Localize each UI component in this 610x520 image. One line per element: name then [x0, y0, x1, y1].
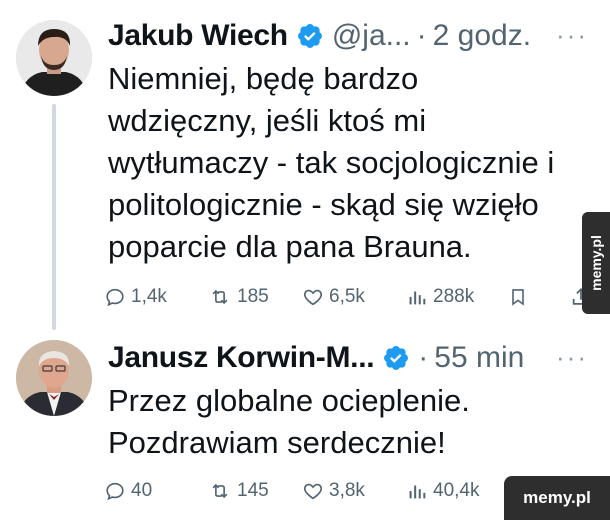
- views-chart-icon: [409, 485, 426, 499]
- more-options-icon[interactable]: ···: [556, 20, 588, 51]
- like-count: 6,5k: [329, 286, 365, 307]
- author-name[interactable]: Jakub Wiech: [108, 19, 288, 53]
- like-button[interactable]: 3,8k: [302, 480, 365, 502]
- author-name[interactable]: Janusz Korwin-M...: [108, 341, 375, 375]
- avatar[interactable]: [16, 340, 92, 416]
- memy-watermark-corner: memy.pl: [504, 476, 610, 520]
- tweet-text-line: wdzięczny, jeśli ktoś mi: [108, 103, 427, 138]
- more-options-icon[interactable]: ···: [556, 342, 588, 373]
- reply-button[interactable]: 1,4k: [104, 286, 167, 308]
- tweet-text: Niemniej, będę bardzo wdzięczny, jeśli k…: [108, 58, 578, 268]
- watermark-text: memy.pl: [523, 488, 591, 507]
- reply-button[interactable]: 40: [104, 480, 152, 502]
- tweet-header: Janusz Korwin-M... · 55 min: [108, 338, 524, 378]
- tweet-actions: 1,4k 185 6,5k 288k: [104, 280, 594, 314]
- heart-icon: [303, 289, 323, 306]
- tweet-jakub-wiech[interactable]: Jakub Wiech @ja... · 2 godz. ··· Niemnie…: [0, 0, 610, 330]
- tweet-timestamp[interactable]: 2 godz.: [433, 19, 531, 53]
- verified-badge-icon: [296, 22, 324, 50]
- retweet-icon: [212, 289, 228, 305]
- separator-dot: ·: [418, 341, 429, 374]
- tweet-header: Jakub Wiech @ja... · 2 godz.: [108, 16, 531, 56]
- tweet-text-line: Przez globalne ocieplenie.: [108, 383, 470, 418]
- views-chart-icon: [409, 291, 426, 305]
- tweet-timestamp[interactable]: 55 min: [434, 341, 524, 375]
- separator-dot: ·: [416, 19, 427, 52]
- avatar[interactable]: [16, 20, 92, 96]
- bookmark-button[interactable]: [508, 286, 528, 308]
- tweet-text-line: politologicznie - skąd się wzięło: [108, 187, 539, 222]
- views-button[interactable]: 40,4k: [406, 480, 479, 502]
- memy-watermark-side: memy.pl: [582, 212, 610, 314]
- retweet-count: 185: [237, 286, 269, 307]
- retweet-button[interactable]: 185: [208, 286, 269, 308]
- tweet-text-line: Pozdrawiam serdecznie!: [108, 425, 446, 460]
- like-count: 3,8k: [329, 480, 365, 501]
- verified-badge-icon: [382, 344, 410, 372]
- tweet-text-line: Niemniej, będę bardzo: [108, 61, 419, 96]
- views-count: 288k: [433, 286, 475, 307]
- retweet-count: 145: [237, 480, 269, 501]
- watermark-text: memy.pl: [588, 235, 605, 291]
- reply-icon: [106, 482, 124, 501]
- tweet-text-line: poparcie dla pana Brauna.: [108, 229, 472, 264]
- reply-count: 1,4k: [131, 286, 167, 307]
- heart-icon: [303, 483, 323, 500]
- tweet-text: Przez globalne ocieplenie. Pozdrawiam se…: [108, 380, 578, 464]
- tweet-text-line: wytłumaczy - tak socjologicznie i: [108, 145, 555, 180]
- retweet-icon: [212, 483, 228, 499]
- views-button[interactable]: 288k: [406, 286, 474, 308]
- like-button[interactable]: 6,5k: [302, 286, 365, 308]
- author-handle[interactable]: @ja...: [332, 19, 411, 53]
- retweet-button[interactable]: 145: [208, 480, 269, 502]
- thread-connector-line: [52, 104, 56, 330]
- bookmark-icon: [512, 289, 524, 306]
- views-count: 40,4k: [433, 480, 480, 501]
- reply-count: 40: [131, 480, 153, 501]
- reply-icon: [106, 288, 124, 307]
